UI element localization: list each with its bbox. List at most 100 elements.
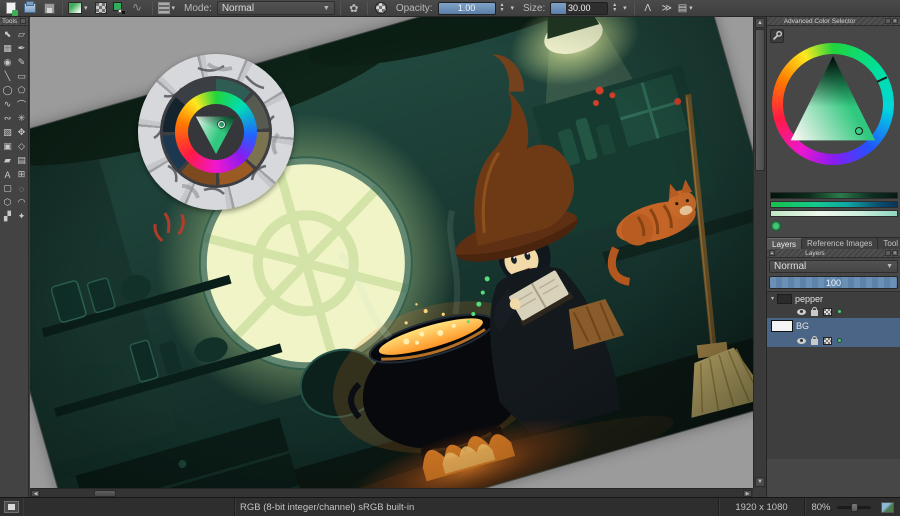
tool-ellipse-select[interactable]: ◌ — [15, 182, 28, 195]
collapse-docker-icon[interactable]: ▴ — [769, 250, 775, 256]
layer-alpha-icon[interactable] — [823, 337, 832, 345]
horizontal-scroll-thumb[interactable] — [94, 490, 116, 497]
close-docker-icon[interactable]: ✕ — [892, 18, 898, 24]
tool-polygon[interactable]: ⬠ — [15, 84, 28, 97]
tool-freehand-path[interactable]: ∾ — [1, 112, 14, 125]
curve-option-button[interactable] — [131, 1, 147, 16]
layer-row-bg[interactable]: BG — [767, 318, 900, 347]
size-slider[interactable]: 30.00 — [550, 2, 608, 15]
zoom-slider[interactable] — [837, 506, 871, 509]
tool-assistants[interactable]: ⊞ — [15, 168, 28, 181]
selection-indicator-icon[interactable] — [4, 501, 19, 513]
tool-pattern-edit[interactable]: ▦ — [1, 42, 14, 55]
reload-preset-button[interactable]: ✿ — [346, 1, 362, 16]
layer-visibility-icon[interactable] — [797, 338, 806, 344]
preserve-alpha-button[interactable] — [373, 1, 389, 16]
layer-lock-icon[interactable] — [811, 339, 818, 345]
fg-bg-swatch-icon — [113, 2, 126, 15]
tool-move[interactable]: ✥ — [15, 126, 28, 139]
shade-strip-saturated[interactable] — [770, 201, 898, 208]
chevron-down-icon[interactable]: ▾ — [621, 4, 629, 12]
tool-rectangle[interactable]: ▭ — [15, 70, 28, 83]
tool-freehand-brush[interactable]: ✎ — [15, 56, 28, 69]
float-docker-icon[interactable] — [20, 18, 26, 24]
fg-bg-color-button[interactable] — [112, 1, 128, 16]
opacity-slider[interactable]: 1.00 — [438, 2, 496, 15]
gradient-chooser-button[interactable]: ▾ — [68, 1, 90, 16]
layer-row-pepper[interactable]: ▾ pepper — [767, 292, 900, 305]
tool-bezier-curve[interactable]: ⌒ — [15, 98, 28, 111]
opacity-spinner[interactable]: ▲▼ — [499, 3, 506, 13]
color-selector-settings-button[interactable] — [770, 29, 784, 43]
layer-opacity-slider[interactable]: 100 — [769, 276, 898, 289]
palette-sv-triangle[interactable] — [192, 110, 240, 156]
vertical-scroll-thumb[interactable] — [755, 29, 765, 171]
layer-visibility-icon[interactable] — [797, 309, 806, 315]
layer-alpha-icon[interactable] — [823, 308, 832, 316]
tool-outline-select[interactable]: ◠ — [15, 196, 28, 209]
scroll-right-icon[interactable]: ▶ — [743, 490, 752, 497]
toolbar-separator — [62, 2, 63, 15]
canvas-preview-icon[interactable] — [881, 502, 894, 513]
layers-titlebar[interactable]: ▴ Layers ✕ — [767, 249, 900, 258]
layer-lock-icon[interactable] — [811, 310, 818, 316]
expand-group-icon[interactable]: ▾ — [771, 295, 774, 302]
tool-color-sampler[interactable]: ◉ — [1, 56, 14, 69]
last-used-color-button[interactable] — [771, 221, 781, 231]
save-document-button[interactable] — [41, 1, 57, 16]
edit-brush-settings-button[interactable]: ▾ — [158, 1, 178, 16]
blending-mode-combobox[interactable]: Normal ▼ — [217, 1, 335, 15]
zoom-slider-handle[interactable] — [851, 503, 858, 512]
scroll-up-icon[interactable]: ▲ — [755, 18, 765, 28]
workspace-chooser-button[interactable]: ▤▾ — [678, 1, 695, 16]
float-docker-icon[interactable] — [885, 250, 891, 256]
palette-color-marker[interactable] — [218, 121, 225, 128]
size-spinner[interactable]: ▲▼ — [611, 3, 618, 13]
shade-strip-dark[interactable] — [770, 192, 898, 199]
wrap-around-mode-button[interactable]: ≫ — [659, 1, 675, 16]
layer-blending-mode-combobox[interactable]: Normal ▼ — [769, 260, 898, 273]
tool-select-shapes[interactable]: ⬉ — [1, 28, 14, 41]
sv-marker[interactable] — [855, 127, 863, 135]
tool-gradient[interactable]: ▤ — [15, 154, 28, 167]
shade-strip-light[interactable] — [770, 210, 898, 217]
tool-rect-select[interactable]: ▢ — [1, 182, 14, 195]
close-docker-icon[interactable]: ✕ — [892, 250, 898, 256]
mirror-view-button[interactable]: Λ — [640, 1, 656, 16]
tool-text[interactable]: A — [1, 168, 14, 181]
tool-transform[interactable]: ▧ — [1, 126, 14, 139]
open-document-button[interactable] — [22, 1, 38, 16]
float-docker-icon[interactable] — [885, 18, 891, 24]
tool-multibrush[interactable]: ✳ — [15, 112, 28, 125]
tool-similar-select[interactable]: ✦ — [15, 210, 28, 223]
tool-line[interactable]: ╲ — [1, 70, 14, 83]
horizontal-scrollbar[interactable]: ◀ ▶ — [30, 488, 753, 497]
scroll-left-icon[interactable]: ◀ — [31, 490, 40, 497]
tool-polygon-select[interactable]: ⬡ — [1, 196, 14, 209]
tool-ellipse[interactable]: ◯ — [1, 84, 14, 97]
color-wheel[interactable] — [772, 43, 894, 165]
opacity-label: Opacity: — [396, 3, 433, 14]
toolbar-separator — [367, 2, 368, 15]
chevron-down-icon[interactable]: ▾ — [508, 4, 516, 12]
tab-reference-images[interactable]: Reference Images — [802, 238, 878, 249]
tool-polyline[interactable]: ∿ — [1, 98, 14, 111]
tool-edit-shapes[interactable]: ▱ — [15, 28, 28, 41]
tool-crop[interactable]: ▣ — [1, 140, 14, 153]
advanced-color-selector-titlebar[interactable]: Advanced Color Selector ✕ — [767, 17, 900, 26]
tool-contiguous-select[interactable]: ▞ — [1, 210, 14, 223]
docker-tabs: Layers Reference Images Tool Options — [767, 237, 900, 249]
popup-palette[interactable] — [138, 54, 294, 210]
new-document-button[interactable] — [3, 1, 19, 16]
toolbox-titlebar[interactable]: Tools — [0, 17, 28, 26]
canvas-area[interactable] — [30, 17, 753, 488]
tool-calligraphy[interactable]: ✒ — [15, 42, 28, 55]
vertical-scrollbar[interactable]: ▲ ▼ — [753, 17, 765, 488]
tab-layers[interactable]: Layers — [767, 238, 802, 249]
pattern-chooser-button[interactable] — [93, 1, 109, 16]
scroll-down-icon[interactable]: ▼ — [755, 477, 765, 487]
tool-fill[interactable]: ▰ — [1, 154, 14, 167]
tab-tool-options[interactable]: Tool Options — [878, 238, 900, 249]
tool-perspective-grid[interactable]: ◇ — [15, 140, 28, 153]
new-document-icon — [6, 2, 16, 14]
